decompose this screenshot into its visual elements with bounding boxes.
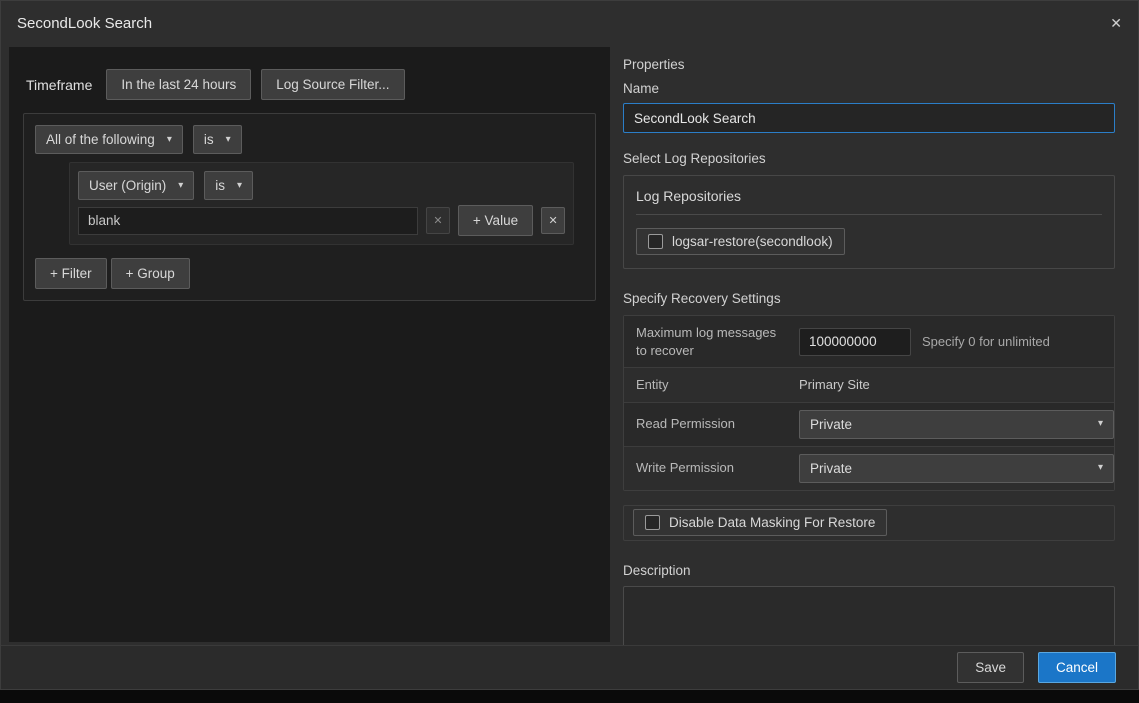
group-operator-dropdown[interactable]: is ▾ [193, 125, 242, 154]
timeframe-button[interactable]: In the last 24 hours [106, 69, 251, 100]
chevron-down-icon: ▾ [178, 181, 183, 191]
remove-icon: ✕ [433, 214, 442, 227]
recovery-settings-table: Maximum log messages to recover Specify … [623, 315, 1115, 491]
chevron-down-icon: ▾ [226, 135, 231, 145]
name-label: Name [623, 81, 1115, 96]
filter-item: User (Origin) ▾ is ▾ blank ✕ + Va [69, 162, 574, 245]
group-condition-row: All of the following ▾ is ▾ [35, 125, 584, 154]
group-actions: + Filter + Group [35, 258, 584, 289]
select-log-repositories-label: Select Log Repositories [623, 151, 1115, 166]
dialog-footer: Save Cancel [1, 645, 1138, 689]
add-filter-button[interactable]: + Filter [35, 258, 107, 289]
read-permission-select[interactable]: Private ▾ [799, 410, 1114, 439]
add-group-button[interactable]: + Group [111, 258, 190, 289]
remove-value-button[interactable]: ✕ [426, 207, 450, 234]
repo-label: logsar-restore(secondlook) [672, 234, 833, 249]
screen: SecondLook Search ✕ Timeframe In the las… [0, 0, 1139, 703]
write-permission-value: Private [810, 461, 852, 476]
table-row-read-permission: Read Permission Private ▾ [624, 403, 1114, 447]
write-permission-label: Write Permission [624, 451, 799, 485]
properties-label: Properties [623, 57, 1115, 72]
dialog-title: SecondLook Search [17, 15, 152, 32]
chevron-down-icon: ▾ [1098, 463, 1103, 473]
table-row-max-messages: Maximum log messages to recover Specify … [624, 316, 1114, 368]
disable-data-masking-label: Disable Data Masking For Restore [669, 515, 875, 530]
group-operator-value: is [204, 132, 214, 147]
filter-value-field[interactable]: blank [78, 207, 418, 235]
filter-field-dropdown[interactable]: User (Origin) ▾ [78, 171, 194, 200]
entity-label: Entity [624, 368, 799, 402]
group-match-value: All of the following [46, 132, 155, 147]
write-permission-select[interactable]: Private ▾ [799, 454, 1114, 483]
chevron-down-icon: ▾ [167, 135, 172, 145]
description-textarea[interactable] [623, 586, 1115, 649]
cancel-button[interactable]: Cancel [1038, 652, 1116, 683]
query-builder-panel: Timeframe In the last 24 hours Log Sourc… [9, 47, 610, 642]
secondlook-search-dialog: SecondLook Search ✕ Timeframe In the las… [0, 0, 1139, 690]
dialog-titlebar: SecondLook Search ✕ [1, 1, 1138, 45]
remove-icon: ✕ [548, 214, 557, 227]
log-repositories-heading: Log Repositories [636, 188, 1102, 215]
filter-field-row: User (Origin) ▾ is ▾ [78, 171, 565, 200]
recovery-settings-label: Specify Recovery Settings [623, 291, 1115, 306]
checkbox-icon[interactable] [648, 234, 663, 249]
name-input[interactable] [623, 103, 1115, 133]
description-label: Description [623, 563, 1115, 578]
filter-operator-dropdown[interactable]: is ▾ [204, 171, 253, 200]
max-messages-input[interactable] [799, 328, 911, 356]
repo-checkbox-item[interactable]: logsar-restore(secondlook) [636, 228, 845, 255]
max-messages-note: Specify 0 for unlimited [922, 334, 1050, 349]
disable-data-masking-checkbox[interactable]: Disable Data Masking For Restore [633, 509, 887, 536]
add-value-button[interactable]: + Value [458, 205, 533, 236]
timeframe-toolbar: Timeframe In the last 24 hours Log Sourc… [9, 47, 610, 100]
checkbox-icon[interactable] [645, 515, 660, 530]
filter-operator-value: is [215, 178, 225, 193]
save-button[interactable]: Save [957, 652, 1024, 683]
filter-group-box: All of the following ▾ is ▾ User (Origin… [23, 113, 596, 301]
entity-value: Primary Site [799, 377, 870, 392]
filter-field-value: User (Origin) [89, 178, 166, 193]
data-masking-box: Disable Data Masking For Restore [623, 505, 1115, 541]
log-repositories-box: Log Repositories logsar-restore(secondlo… [623, 175, 1115, 269]
chevron-down-icon: ▾ [237, 181, 242, 191]
chevron-down-icon: ▾ [1098, 419, 1103, 429]
properties-panel: Properties Name Select Log Repositories … [623, 57, 1115, 649]
group-match-dropdown[interactable]: All of the following ▾ [35, 125, 183, 154]
read-permission-label: Read Permission [624, 407, 799, 441]
close-icon[interactable]: ✕ [1110, 16, 1122, 30]
table-row-entity: Entity Primary Site [624, 368, 1114, 403]
timeframe-label: Timeframe [26, 77, 92, 93]
log-source-filter-button[interactable]: Log Source Filter... [261, 69, 404, 100]
max-messages-label: Maximum log messages to recover [624, 316, 799, 367]
table-row-write-permission: Write Permission Private ▾ [624, 447, 1114, 490]
filter-value-row: blank ✕ + Value ✕ [78, 205, 565, 236]
read-permission-value: Private [810, 417, 852, 432]
remove-filter-button[interactable]: ✕ [541, 207, 565, 234]
